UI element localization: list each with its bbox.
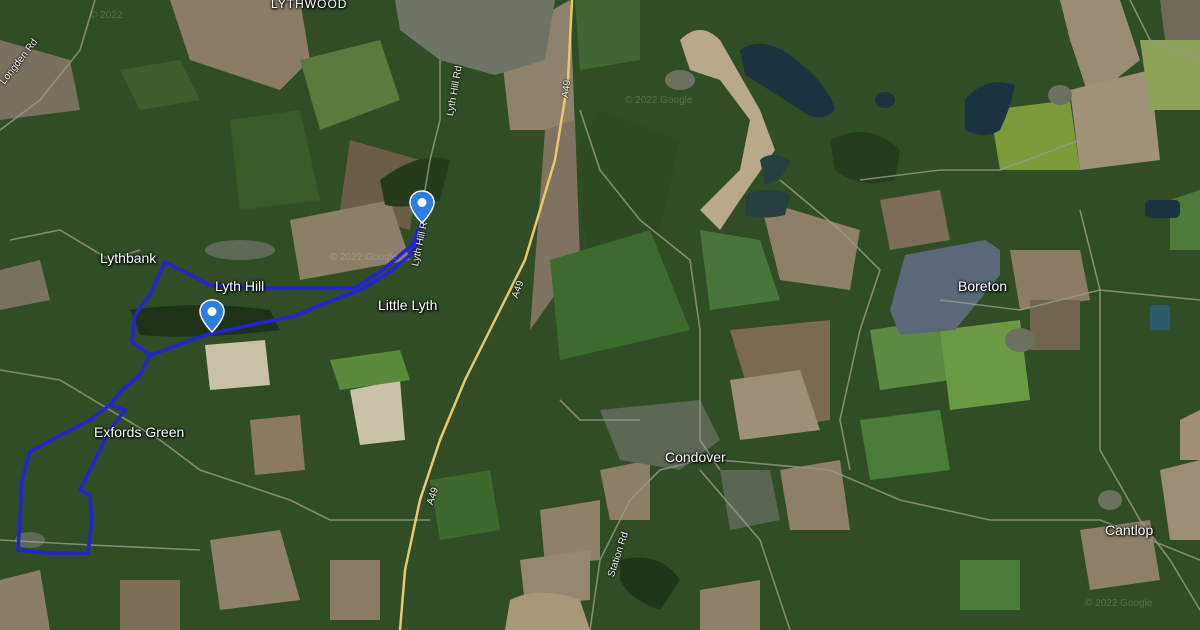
map-copyright-watermark: © 2022 Google (1085, 598, 1153, 609)
place-label-lyth-hill: Lyth Hill (215, 278, 265, 294)
place-label-boreton: Boreton (958, 278, 1008, 294)
map-copyright-watermark: © 2022 Google (625, 95, 693, 106)
place-label-condover: Condover (665, 449, 726, 465)
place-label-exfords-green: Exfords Green (94, 424, 185, 440)
map-imagery (0, 0, 1200, 630)
place-label-lythwood: LYTHWOOD (271, 0, 348, 11)
place-label-lythbank: Lythbank (100, 250, 157, 266)
map-copyright-watermark: © 2022 (90, 10, 123, 21)
map-copyright-watermark: © 2022 Google (330, 252, 398, 263)
map-pin-icon (199, 299, 225, 333)
place-label-cantlop: Cantlop (1105, 522, 1154, 538)
route-waypoint-pin[interactable] (199, 299, 225, 333)
map-pin-icon (409, 190, 435, 224)
satellite-map[interactable]: © 2022 © 2022 Google © 2022 Google © 202… (0, 0, 1200, 630)
place-label-little-lyth: Little Lyth (378, 297, 438, 313)
route-start-pin[interactable] (409, 190, 435, 224)
